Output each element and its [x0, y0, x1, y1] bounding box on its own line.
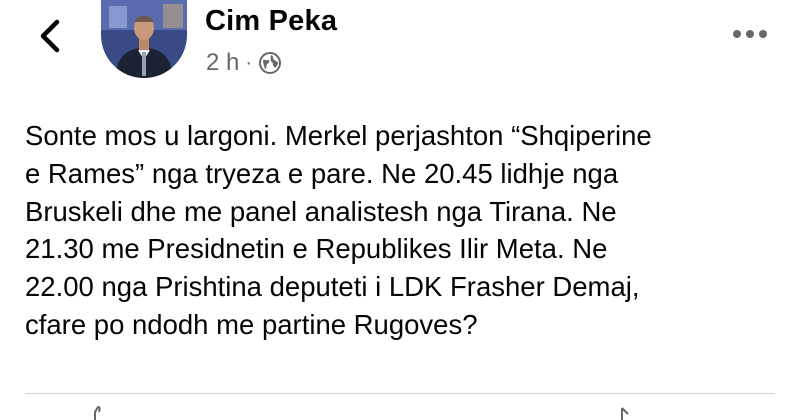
more-options-button[interactable]: [728, 22, 772, 46]
author-name[interactable]: Cim Peka: [205, 5, 337, 38]
post-text: Sonte mos u largoni. Merkel perjashton “…: [25, 120, 652, 340]
chevron-left-icon: [40, 19, 60, 53]
action-bar: [0, 396, 800, 420]
profile-photo: [101, 0, 187, 78]
like-icon[interactable]: [86, 406, 106, 420]
divider: [25, 393, 775, 394]
globe-icon: [259, 52, 282, 74]
meta-separator: ·: [245, 51, 253, 74]
avatar[interactable]: [101, 0, 187, 78]
more-horizontal-icon: [733, 30, 767, 38]
share-icon[interactable]: [610, 406, 630, 420]
post-time[interactable]: 2 h: [206, 49, 239, 77]
post-meta: 2 h ·: [206, 48, 282, 78]
back-button[interactable]: [28, 14, 72, 58]
